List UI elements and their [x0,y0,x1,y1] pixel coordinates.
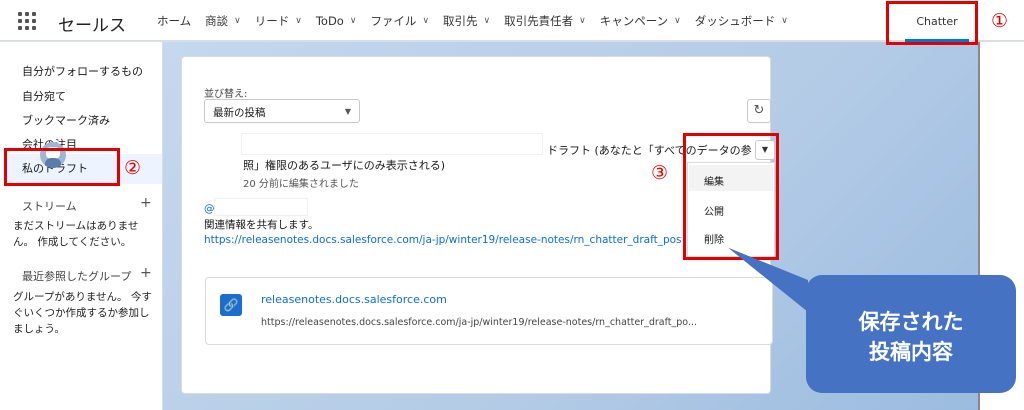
sidebar-item-following[interactable]: 自分がフォローするもの [22,63,143,79]
post-timestamp[interactable]: 20 分前に編集されました [243,175,359,190]
chevron-down-icon[interactable]: ∨ [484,16,491,26]
link-icon: 🔗 [220,294,242,316]
mention-prefix[interactable]: @ [204,203,215,215]
top-nav-bar: セールス ホーム 商談 ∨ リード ∨ ToDo ∨ ファイル ∨ 取引先 ∨ 取引先責任者 ∨ キャンペ… [0,0,1024,42]
streams-label: ストリーム [22,200,77,213]
chevron-down-icon[interactable]: ∨ [781,16,788,26]
nav-tab-8[interactable]: ダッシュボード ∨ [688,0,795,42]
callout-line1: 保存された [858,310,964,334]
redacted-mention [214,198,308,216]
post-link[interactable]: https://releasenotes.docs.salesforce.com… [204,234,682,246]
nav-tab-label: ファイル [370,14,417,28]
marker-2: ② [124,157,142,179]
marker-3: ③ [651,162,669,184]
nav-tab-7[interactable]: キャンペーン ∨ [593,0,688,42]
preview-title[interactable]: releasenotes.docs.salesforce.com [261,293,447,306]
nav-tab-4[interactable]: ファイル ∨ [363,0,436,42]
highlight-box-my-drafts [4,148,120,186]
chevron-down-icon[interactable]: ∨ [234,16,241,26]
nav-tab-label: ダッシュボード [694,14,776,28]
link-preview-card[interactable]: 🔗 releasenotes.docs.salesforce.com https… [205,277,773,345]
post-body: 関連情報を共有します。 [204,219,319,231]
callout-line2: 投稿内容 [869,340,953,364]
add-stream-icon[interactable]: + [140,195,152,211]
sidebar: 自分がフォローするもの 自分宛て ブックマーク済み 会社の注目 私のドラフト ス… [0,42,163,410]
sort-select[interactable]: 最新の投稿 ▼ [204,99,360,123]
add-group-icon[interactable]: + [140,265,152,281]
highlight-box-post-menu [683,133,779,260]
nav-items: ホーム 商談 ∨ リード ∨ ToDo ∨ ファイル ∨ 取引先 ∨ 取引先責任者 ∨ キャンペーン ∨ ダッ… [150,0,795,42]
nav-tab-0[interactable]: ホーム [150,0,198,42]
refresh-button[interactable]: ↻ [747,99,771,123]
highlight-box-chatter-tab [886,1,978,45]
chevron-down-icon[interactable]: ∨ [350,16,357,26]
nav-tab-5[interactable]: 取引先 ∨ [436,0,497,42]
sort-label: 並び替え: [204,89,248,100]
chevron-down-icon: ▼ [344,107,351,116]
groups-label: 最近参照したグループ [22,270,132,283]
app-name: セールス [58,16,126,36]
callout-saved-post: 保存された 投稿内容 [806,275,1016,393]
chevron-down-icon[interactable]: ∨ [295,16,302,26]
nav-tab-label: キャンペーン [599,14,669,28]
marker-1: ① [991,10,1009,32]
chevron-down-icon[interactable]: ∨ [674,16,681,26]
nav-tab-label: ToDo [315,14,344,28]
streams-empty-text: まだストリームはありません。 作成してください。 [13,220,139,248]
sort-value: 最新の投稿 [213,107,266,119]
post-header-line2: 照」権限のあるユーザにのみ表示される) [243,159,446,172]
nav-tab-1[interactable]: 商談 ∨ [198,0,248,42]
chevron-down-icon[interactable]: ∨ [422,16,429,26]
nav-tab-label: 商談 [205,14,229,28]
nav-tab-3[interactable]: ToDo ∨ [309,0,364,42]
sidebar-item-bookmarked[interactable]: ブックマーク済み [22,112,110,128]
nav-tab-label: 取引先責任者 [504,14,574,28]
app-launcher-icon[interactable] [18,12,36,30]
nav-tab-2[interactable]: リード ∨ [248,0,309,42]
nav-tab-label: リード [254,14,290,28]
nav-tab-label: 取引先 [443,14,478,28]
preview-url: https://releasenotes.docs.salesforce.com… [261,317,697,328]
chevron-down-icon[interactable]: ∨ [579,16,586,26]
sidebar-item-to-me[interactable]: 自分宛て [22,88,66,104]
nav-tab-6[interactable]: 取引先責任者 ∨ [497,0,593,42]
groups-empty-text: グループがありません。 今すぐいくつか作成するか参加しましょう。 [13,291,152,335]
redacted-author [241,133,543,155]
nav-tab-label: ホーム [157,14,192,28]
